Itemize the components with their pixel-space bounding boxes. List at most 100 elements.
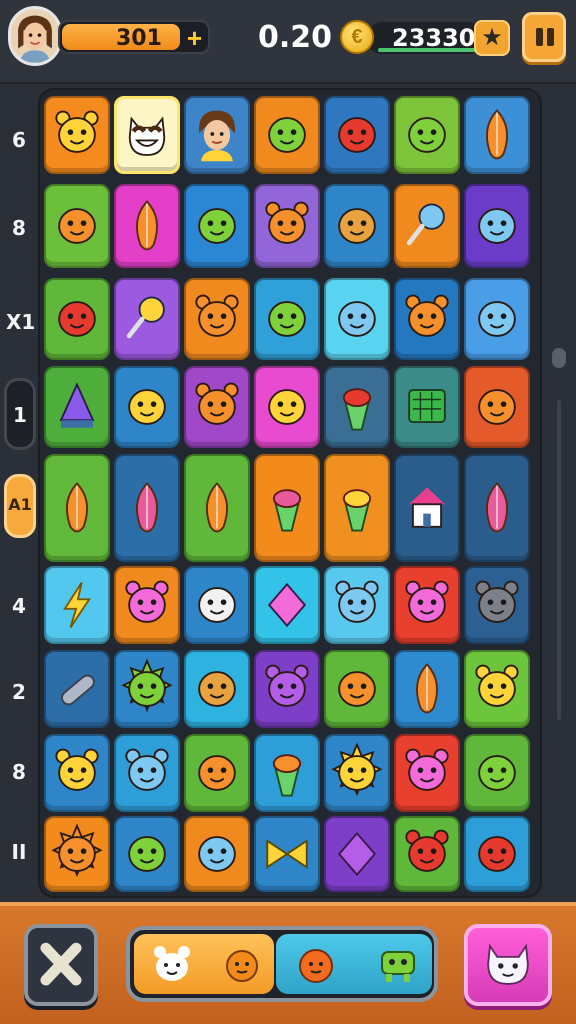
tile-blue-spoon[interactable] [394,184,460,268]
close-button[interactable] [24,924,98,1006]
green-alien-icon [381,951,415,982]
purple-diamond-icon [337,831,377,877]
tile-blue-ghost[interactable] [464,278,530,360]
yellow-drop-icon [338,301,376,337]
green-blob-icon [198,208,236,244]
tile-grey-cat[interactable] [464,566,530,644]
tile-green-pepper[interactable] [254,278,320,360]
orange-bear-icon [265,201,309,244]
tile-red-tomato[interactable] [464,816,530,892]
tile-yellow-bow[interactable] [254,816,320,892]
pause-button[interactable] [522,12,566,62]
purple-pill-icon [61,674,95,706]
tile-orange-drop[interactable] [44,184,110,268]
tile-bread-loaf[interactable] [324,184,390,268]
yellow-bow-icon [266,839,308,869]
tile-cyan-candy[interactable] [254,366,320,448]
tile-green-box[interactable] [394,366,460,448]
tile-green-alien[interactable] [254,96,320,174]
red-mushroom-icon [58,301,96,337]
tile-magnifier[interactable] [114,278,180,360]
tile-yellow-cat[interactable] [464,650,530,728]
player-avatar[interactable] [8,6,62,66]
tile-green-frog[interactable] [114,816,180,892]
level-plus-icon[interactable]: + [187,24,202,52]
tile-orange-star[interactable] [44,816,110,892]
blue-drop-icon [198,836,236,872]
tile-pink-cat[interactable] [394,734,460,812]
tile-blue-crowned-blob[interactable] [464,184,530,268]
boy-avatar-icon [198,110,236,162]
cyan-candy-icon [268,389,306,425]
tile-purple-pill[interactable] [44,650,110,728]
tile-orange-bear[interactable] [184,278,250,360]
tile-red-cone[interactable] [324,366,390,448]
white-cat-icon [487,943,529,985]
tile-purple-diamond[interactable] [324,816,390,892]
orange-spiky-icon [226,950,258,982]
tile-smiling-cat-face[interactable] [114,96,180,174]
tile-yellow-drop[interactable] [324,278,390,360]
pause-bar [536,28,543,46]
tile-orange-carrot[interactable] [184,454,250,562]
tile-red-mushroom[interactable] [44,278,110,360]
tile-orange-bear[interactable] [184,366,250,448]
rainbow-pyramid-icon [59,382,95,428]
blue-bear-icon [125,748,169,791]
tile-pink-diamond[interactable] [254,566,320,644]
tile-orange-ball[interactable] [464,366,530,448]
pink-diamond-icon [267,582,307,628]
tile-ice-cream[interactable] [324,454,390,562]
tile-carrot-slice[interactable] [464,96,530,174]
tile-striped-cone[interactable] [254,454,320,562]
tile-lightning-bolt[interactable] [44,566,110,644]
tile-orange-blob[interactable] [324,650,390,728]
tile-pink-house[interactable] [394,454,460,562]
tile-blue-bear[interactable] [324,566,390,644]
tile-board [38,88,542,898]
row-button-orange[interactable]: A1 [4,474,36,538]
tile-orange-ice-pop[interactable] [254,734,320,812]
tile-cat-face[interactable] [44,96,110,174]
tile-yellow-bear[interactable] [44,734,110,812]
tile-green-apple[interactable] [394,96,460,174]
tile-pink-monster[interactable] [394,566,460,644]
tile-green-blob[interactable] [184,184,250,268]
row-button-active[interactable]: 1 [4,378,36,450]
tile-boy-avatar[interactable] [184,96,250,174]
orange-carrot-2-icon [416,663,438,714]
tile-purple-bear[interactable] [254,650,320,728]
tile-cheese-block[interactable] [184,650,250,728]
tile-red-bear[interactable] [394,816,460,892]
tile-rainbow-carrot[interactable] [44,454,110,562]
tile-green-apple-2[interactable] [464,734,530,812]
tile-rainbow-pyramid[interactable] [44,366,110,448]
tile-red-tomato[interactable] [324,96,390,174]
tile-orange-bear[interactable] [254,184,320,268]
tile-pink-cat[interactable] [114,566,180,644]
orange-ice-pop-icon [272,754,302,797]
tile-blue-drop[interactable] [184,816,250,892]
orange-bear-icon [195,382,239,425]
star-icon[interactable]: ★ [474,20,510,56]
scrollbar-track[interactable] [557,400,561,720]
tile-rainbow-feather-2[interactable] [464,454,530,562]
tile-blue-bear[interactable] [114,734,180,812]
tile-yellow-blob[interactable] [114,366,180,448]
coin-icon: € [340,20,374,54]
blue-bear-icon [335,580,379,623]
tile-yellow-spiky-blob[interactable] [324,734,390,812]
tile-rainbow-feather[interactable] [114,454,180,562]
scrollbar-thumb[interactable] [552,348,566,368]
tile-orange-drop[interactable] [184,734,250,812]
tile-green-spiky-blob[interactable] [114,650,180,728]
pink-action-button[interactable] [464,924,552,1006]
tile-white-cloud[interactable] [184,566,250,644]
green-apple-icon [408,117,446,153]
row-label: 2 [12,680,26,704]
tile-orange-fox[interactable] [394,278,460,360]
tile-orange-carrot-2[interactable] [394,650,460,728]
rainbow-feather-icon [136,482,158,533]
purple-bear-icon [265,664,309,707]
tile-orange-leaf[interactable] [114,184,180,268]
